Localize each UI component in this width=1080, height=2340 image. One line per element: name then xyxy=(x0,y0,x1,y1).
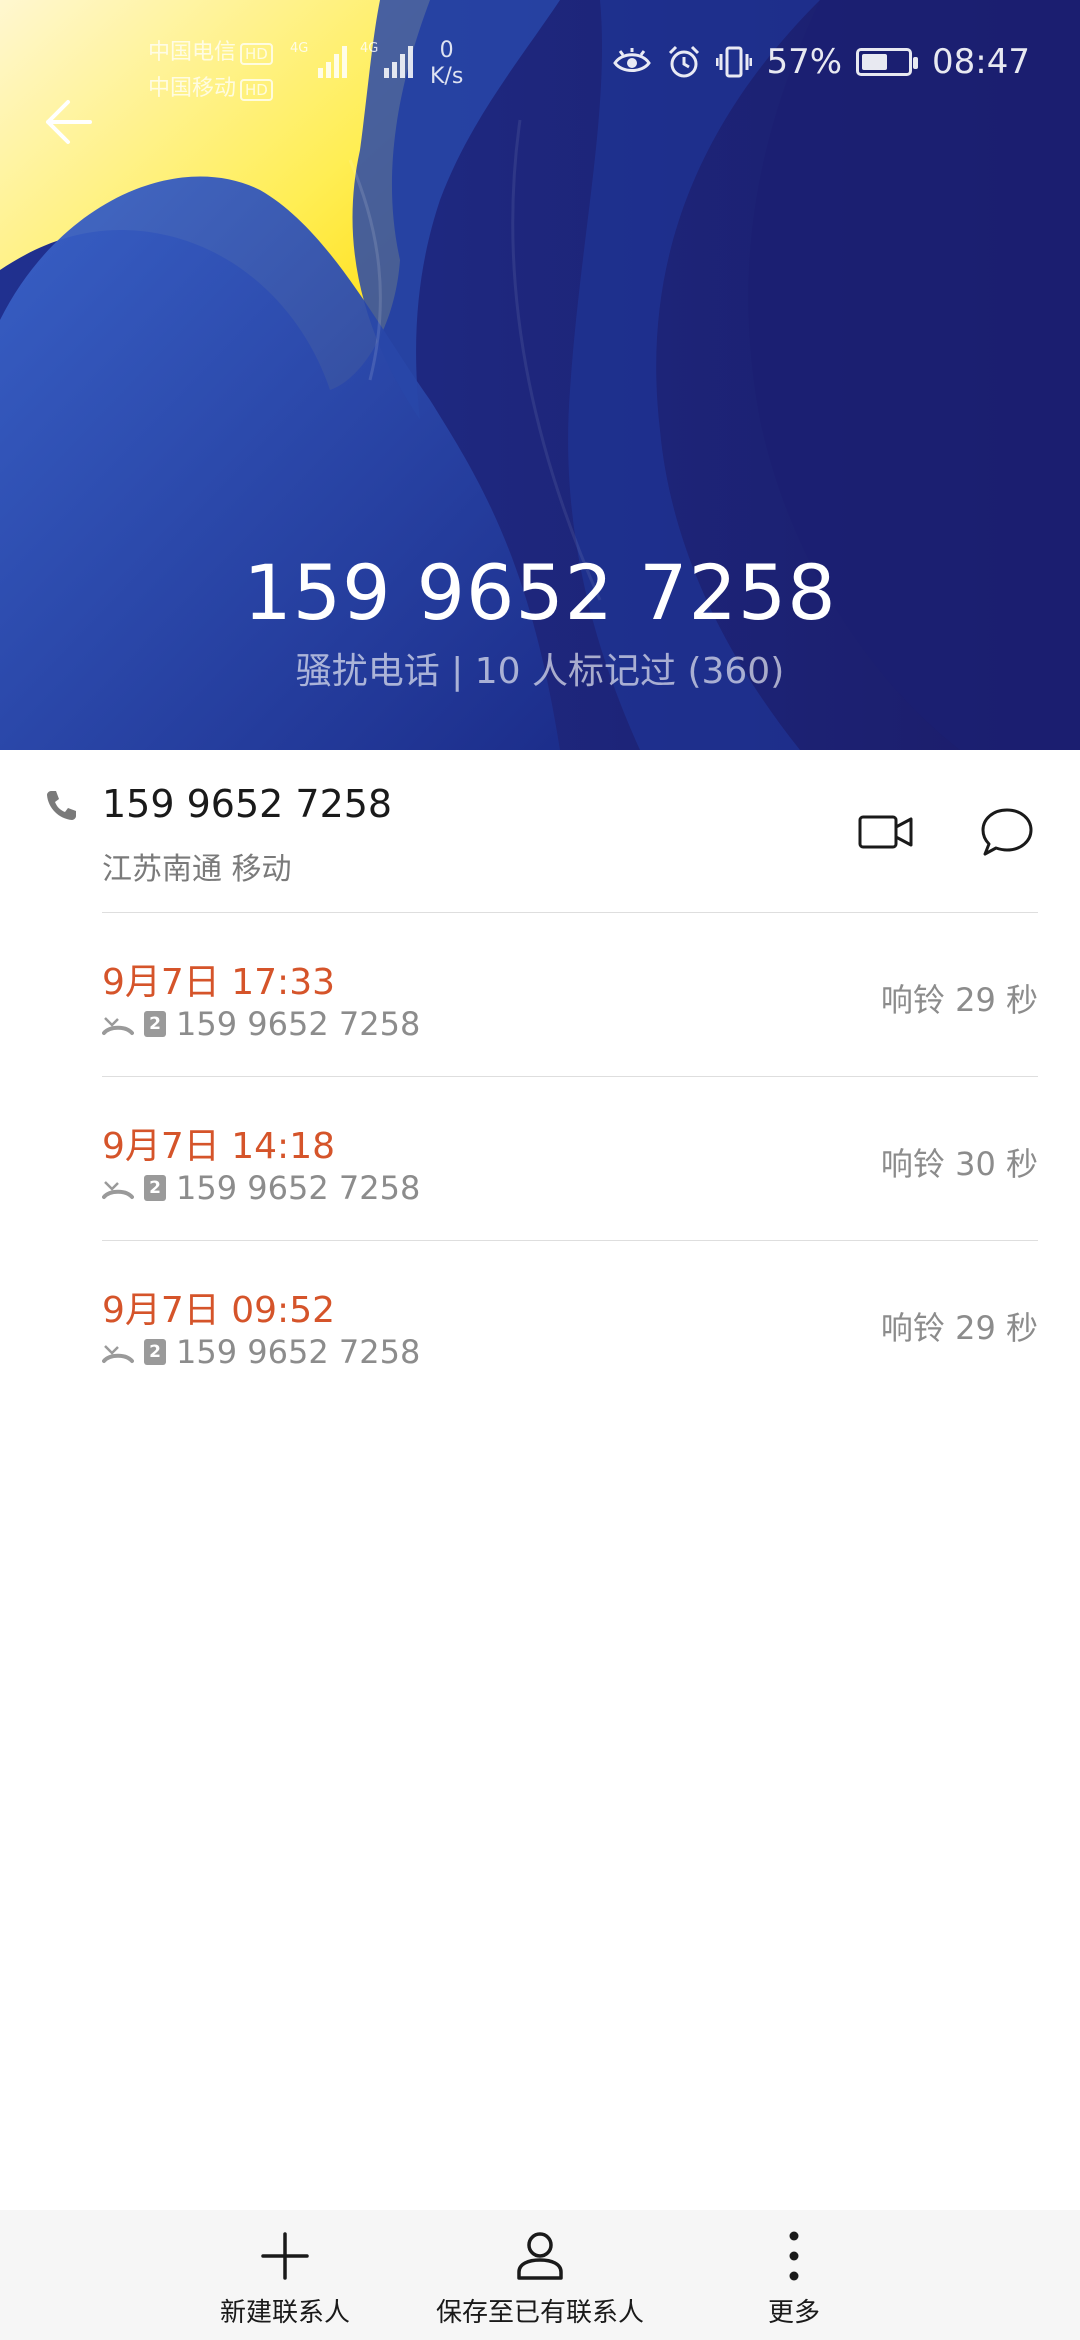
video-call-button[interactable] xyxy=(858,812,914,852)
clock: 08:47 xyxy=(932,42,1030,82)
phone-icon xyxy=(47,791,76,820)
carrier-2: 中国移动 HD xyxy=(148,70,273,102)
status-right: 57% 08:47 xyxy=(612,42,1030,82)
number-row[interactable]: 159 9652 7258 江苏南通 移动 xyxy=(0,750,1080,913)
call-time: 9月7日 17:33 xyxy=(102,962,335,1003)
message-button[interactable] xyxy=(980,806,1034,858)
person-icon xyxy=(517,2232,563,2280)
battery-percent: 57% xyxy=(766,42,843,82)
video-call-icon xyxy=(858,815,913,849)
message-icon xyxy=(981,808,1033,856)
call-record[interactable]: 9月7日 17:33 2 159 9652 7258 响铃 29 秒 xyxy=(0,913,1080,1077)
call-number: 159 9652 7258 xyxy=(176,1333,421,1371)
hd-badge: HD xyxy=(240,43,273,65)
new-contact-button[interactable]: 新建联系人 xyxy=(205,2210,365,2340)
plus-icon xyxy=(261,2232,309,2280)
arrow-left-icon xyxy=(46,100,92,144)
ring-duration: 响铃 30 秒 xyxy=(880,1145,1038,1183)
hd-badge: HD xyxy=(240,79,273,101)
status-bar: 中国电信 HD 中国移动 HD 4G 4G 0 K/s 57% 08:47 xyxy=(0,0,1080,130)
eye-comfort-icon xyxy=(613,48,652,72)
signal-icon: 4G xyxy=(290,41,347,78)
call-time: 9月7日 09:52 xyxy=(102,1290,335,1331)
carrier-1: 中国电信 HD xyxy=(148,34,273,66)
save-to-existing-contact-button[interactable]: 保存至已有联系人 xyxy=(430,2210,650,2340)
caller-number: 159 9652 7258 xyxy=(243,548,837,637)
missed-call-icon xyxy=(102,1345,134,1363)
ring-duration: 响铃 29 秒 xyxy=(880,981,1038,1019)
sim-2-icon: 2 xyxy=(144,1011,166,1037)
battery-fill xyxy=(862,54,888,70)
missed-call-icon xyxy=(102,1017,134,1035)
sim-2-icon: 2 xyxy=(144,1339,166,1365)
call-number: 159 9652 7258 xyxy=(176,1169,421,1207)
more-vertical-icon xyxy=(789,2231,799,2281)
signal-icon: 4G xyxy=(360,41,413,78)
battery-icon xyxy=(856,48,919,76)
phone-number[interactable]: 159 9652 7258 xyxy=(102,782,392,826)
call-record[interactable]: 9月7日 09:52 2 159 9652 7258 响铃 29 秒 xyxy=(0,1241,1080,1405)
call-record[interactable]: 9月7日 14:18 2 159 9652 7258 响铃 30 秒 xyxy=(0,1077,1080,1241)
alarm-icon xyxy=(669,45,700,78)
missed-call-icon xyxy=(102,1181,134,1199)
ring-duration: 响铃 29 秒 xyxy=(880,1309,1038,1347)
call-time: 9月7日 14:18 xyxy=(102,1126,335,1167)
spam-tag: 骚扰电话 | 10 人标记过 (360) xyxy=(295,651,785,692)
svg-text:4G: 4G xyxy=(290,41,308,56)
back-button[interactable] xyxy=(40,92,100,152)
more-button[interactable]: 更多 xyxy=(734,2210,854,2340)
number-location: 江苏南通 移动 xyxy=(102,852,292,887)
sim-2-icon: 2 xyxy=(144,1175,166,1201)
network-speed: 0 K/s xyxy=(430,38,464,89)
svg-text:4G: 4G xyxy=(360,41,378,56)
call-number: 159 9652 7258 xyxy=(176,1005,421,1043)
vibrate-icon xyxy=(716,46,753,78)
bottom-action-bar: 新建联系人 保存至已有联系人 更多 xyxy=(0,2210,1080,2340)
caller-header: 中国电信 HD 中国移动 HD 4G 4G 0 K/s 57% 08:47 15… xyxy=(0,0,1080,750)
